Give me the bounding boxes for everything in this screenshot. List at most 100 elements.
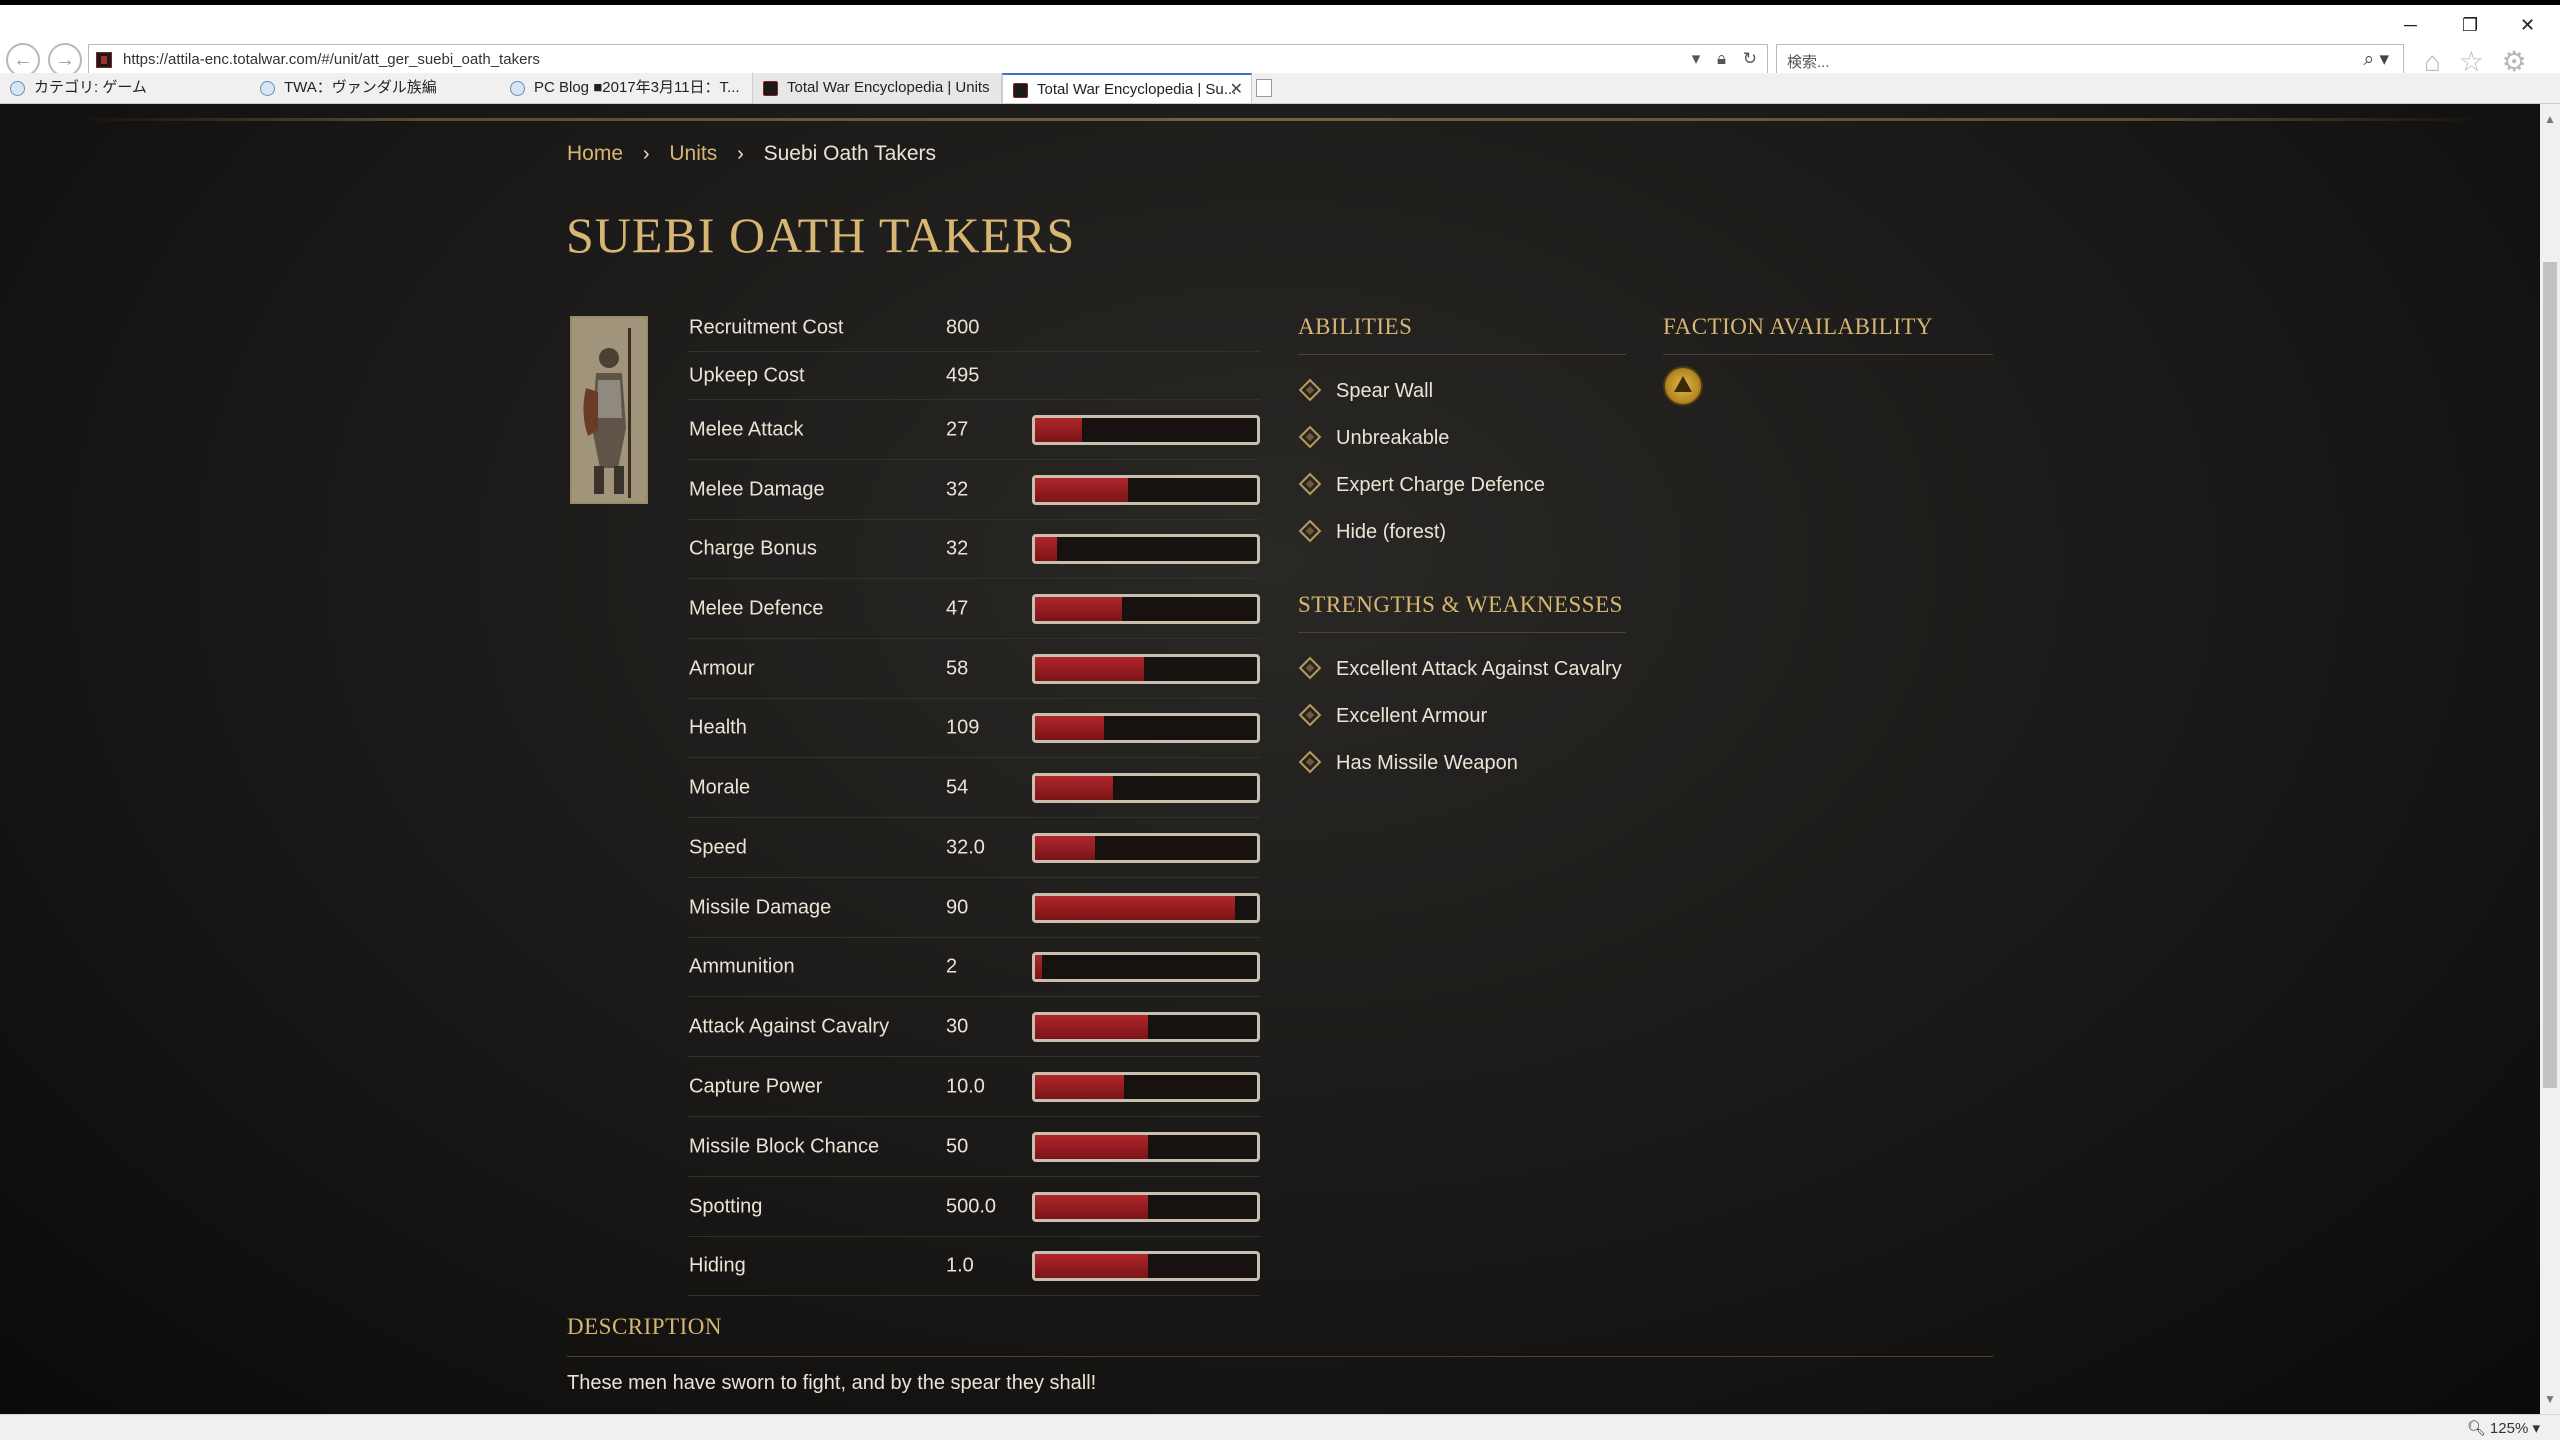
strength-item[interactable]: Excellent Attack Against Cavalry bbox=[1298, 656, 1622, 681]
stat-value: 30 bbox=[946, 1015, 969, 1037]
minimize-icon[interactable]: ─ bbox=[2404, 15, 2417, 36]
stat-row: Health 109 bbox=[688, 699, 1260, 758]
ability-item[interactable]: Expert Charge Defence bbox=[1298, 472, 1546, 497]
stat-bar bbox=[1032, 474, 1260, 505]
stat-row: Melee Damage 32 bbox=[688, 460, 1260, 520]
refresh-icon[interactable]: ↻ bbox=[1743, 49, 1757, 68]
back-button[interactable]: ← bbox=[6, 43, 40, 77]
strength-item[interactable]: Excellent Armour bbox=[1298, 703, 1487, 728]
stat-value: 495 bbox=[946, 364, 980, 386]
stat-bar-fill bbox=[1035, 537, 1058, 561]
suebi-faction-emblem-icon[interactable] bbox=[1663, 366, 1703, 406]
address-bar[interactable]: https://attila-enc.totalwar.com/#/unit/a… bbox=[88, 44, 1768, 76]
stat-bar bbox=[1032, 1251, 1260, 1281]
chevron-right-icon: › bbox=[642, 143, 650, 165]
page-content: Home › Units › Suebi Oath Takers SUEBI O… bbox=[0, 104, 2540, 1414]
stat-value: 27 bbox=[946, 418, 969, 440]
breadcrumb-home-link[interactable]: Home bbox=[567, 142, 623, 165]
stat-bar bbox=[1032, 1011, 1260, 1042]
stat-row: Speed 32.0 bbox=[688, 818, 1260, 878]
stat-row: Ammunition 2 bbox=[688, 938, 1260, 997]
stat-row: Charge Bonus 32 bbox=[688, 520, 1260, 579]
stat-row: Missile Block Chance 50 bbox=[688, 1117, 1260, 1177]
tab-favorite-2[interactable]: TWA：ヴァンダル族編 bbox=[250, 73, 500, 103]
restore-icon[interactable]: ❐ bbox=[2462, 15, 2478, 36]
tab-bar: カテゴリ: ゲーム TWA：ヴァンダル族編 PC Blog ■2017年3月11… bbox=[0, 73, 2560, 104]
stat-value: 90 bbox=[946, 896, 969, 918]
dropdown-arrow-icon[interactable]: ▾ bbox=[1692, 49, 1701, 68]
stat-row: Attack Against Cavalry 30 bbox=[688, 997, 1260, 1057]
header-divider bbox=[70, 118, 2490, 121]
zoom-level[interactable]: 🔍︎ 125% ▾ bbox=[2467, 1419, 2540, 1437]
tab-units[interactable]: Total War Encyclopedia | Units bbox=[752, 73, 1002, 103]
diamond-bullet-icon bbox=[1298, 519, 1322, 543]
stat-label: Upkeep Cost bbox=[689, 364, 805, 386]
ability-item-label: Hide (forest) bbox=[1336, 521, 1447, 543]
stat-row: Recruitment Cost 800 bbox=[688, 304, 1260, 352]
tab-favorite-3[interactable]: PC Blog ■2017年3月11日：T... bbox=[500, 73, 750, 103]
globe-icon bbox=[10, 81, 25, 96]
stat-bar-fill bbox=[1035, 716, 1104, 740]
stat-label: Melee Attack bbox=[689, 418, 804, 440]
stat-bar bbox=[1032, 952, 1260, 982]
stat-row: Hiding 1.0 bbox=[688, 1237, 1260, 1296]
tab-label: カテゴリ: ゲーム bbox=[34, 79, 147, 96]
page-title: SUEBI OATH TAKERS bbox=[566, 207, 1076, 263]
stat-bar-fill bbox=[1035, 955, 1042, 979]
stat-row: Capture Power 10.0 bbox=[688, 1057, 1260, 1117]
tab-favorite-1[interactable]: カテゴリ: ゲーム bbox=[0, 73, 250, 103]
stat-label: Spotting bbox=[689, 1195, 763, 1217]
diamond-bullet-icon bbox=[1298, 472, 1322, 496]
site-favicon-icon bbox=[1013, 83, 1028, 98]
stat-value: 32.0 bbox=[946, 836, 985, 858]
stat-value: 109 bbox=[946, 716, 980, 739]
close-tab-icon[interactable]: ✕ bbox=[1230, 75, 1243, 103]
ability-item[interactable]: Unbreakable bbox=[1298, 425, 1449, 450]
scroll-down-icon[interactable]: ▼ bbox=[2544, 1392, 2556, 1406]
close-window-icon[interactable]: ✕ bbox=[2520, 15, 2535, 36]
ability-item[interactable]: Hide (forest) bbox=[1298, 519, 1447, 544]
stat-row: Missile Damage 90 bbox=[688, 878, 1260, 938]
search-box[interactable]: 検索... ⌕ ▾ bbox=[1776, 44, 2404, 76]
forward-button[interactable]: → bbox=[48, 43, 82, 77]
stat-label: Speed bbox=[689, 836, 747, 858]
strength-item[interactable]: Has Missile Weapon bbox=[1298, 750, 1518, 775]
stat-bar-fill bbox=[1035, 1074, 1124, 1099]
diamond-bullet-icon bbox=[1298, 750, 1322, 774]
scrollbar-thumb[interactable] bbox=[2543, 262, 2557, 1088]
tab-suebi-oath-takers[interactable]: Total War Encyclopedia | Su... ✕ bbox=[1002, 73, 1252, 103]
ability-item[interactable]: Spear Wall bbox=[1298, 378, 1433, 403]
scroll-up-icon[interactable]: ▲ bbox=[2544, 112, 2556, 126]
strength-item-label: Has Missile Weapon bbox=[1336, 752, 1518, 774]
vertical-scrollbar[interactable]: ▲ ▼ bbox=[2540, 104, 2560, 1414]
stat-bar-fill bbox=[1035, 477, 1129, 502]
stat-bar bbox=[1032, 772, 1260, 803]
stat-label: Charge Bonus bbox=[689, 537, 817, 560]
tab-label: Total War Encyclopedia | Su... bbox=[1037, 81, 1237, 98]
stat-label: Hiding bbox=[689, 1254, 746, 1277]
stat-value: 10.0 bbox=[946, 1075, 985, 1097]
lock-icon[interactable]: 🔒︎ bbox=[1717, 49, 1726, 68]
tab-label: PC Blog ■2017年3月11日：T... bbox=[534, 79, 740, 96]
status-bar: 🔍︎ 125% ▾ bbox=[0, 1414, 2560, 1440]
address-url[interactable]: https://attila-enc.totalwar.com/#/unit/a… bbox=[123, 51, 540, 68]
stat-bar-fill bbox=[1035, 1014, 1149, 1039]
stat-value: 500.0 bbox=[946, 1195, 997, 1217]
unit-stats-table: Recruitment Cost 800 Upkeep Cost 495 Melee A… bbox=[688, 304, 1260, 1296]
stat-label: Attack Against Cavalry bbox=[689, 1015, 890, 1037]
new-tab-button[interactable] bbox=[1256, 79, 1272, 97]
description-title: DESCRIPTION bbox=[567, 1314, 723, 1339]
stat-label: Missile Block Chance bbox=[689, 1135, 880, 1157]
stat-label: Capture Power bbox=[689, 1075, 823, 1097]
stat-bar-fill bbox=[1035, 596, 1122, 621]
description-divider bbox=[567, 1356, 1993, 1357]
diamond-bullet-icon bbox=[1298, 425, 1322, 449]
stat-value: 2 bbox=[946, 955, 958, 978]
ability-item-label: Expert Charge Defence bbox=[1336, 474, 1546, 496]
stat-label: Recruitment Cost bbox=[689, 316, 844, 338]
stat-row: Morale 54 bbox=[688, 758, 1260, 818]
faction-divider bbox=[1663, 354, 1993, 355]
search-icon[interactable]: ⌕ ▾ bbox=[2364, 48, 2389, 71]
breadcrumb-units-link[interactable]: Units bbox=[669, 142, 717, 165]
stat-bar-fill bbox=[1035, 656, 1144, 681]
